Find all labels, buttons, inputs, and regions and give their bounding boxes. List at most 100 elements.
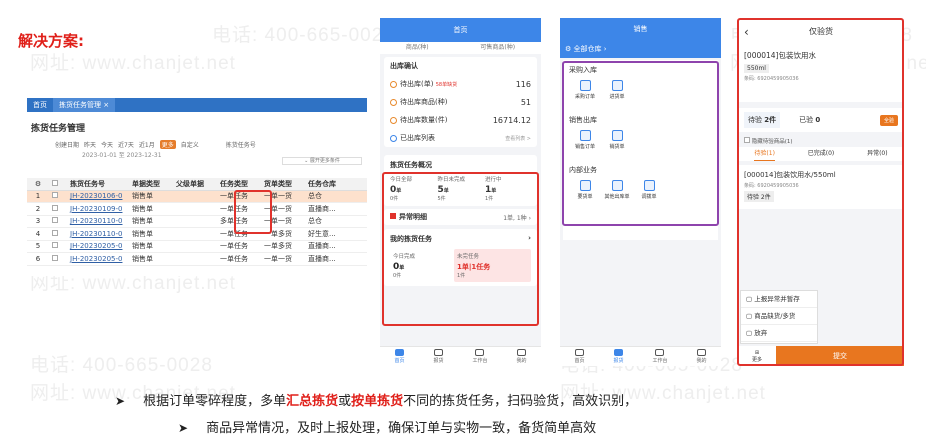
menu-item[interactable]: ▢ 上报异常并暂存 xyxy=(741,291,817,308)
nav-icon xyxy=(516,349,526,356)
cell-warehouse: 总仓 xyxy=(305,190,367,203)
view-list-link[interactable]: 查看列表 > xyxy=(505,135,531,142)
nav-item[interactable]: 工作台 xyxy=(472,349,488,364)
menu-item[interactable]: ▢ 商品缺货/多货 xyxy=(741,308,817,325)
alert-icon xyxy=(390,213,396,219)
tab-home[interactable]: 首页 xyxy=(27,98,53,112)
tab-done[interactable]: 已完成(0) xyxy=(808,147,835,161)
full-check-button[interactable]: 全验 xyxy=(879,114,898,126)
chevron-right-icon: › xyxy=(528,214,531,222)
doc-icon xyxy=(611,80,623,91)
outbound-row[interactable]: 待出库数量(件) 16714.12 xyxy=(384,111,537,129)
filter-7days[interactable]: 近7天 xyxy=(118,140,134,149)
row-checkbox[interactable] xyxy=(49,215,67,228)
function-item[interactable]: 要货单 xyxy=(573,180,597,200)
col-goods-type: 货单类型 xyxy=(261,178,305,191)
nav-item[interactable]: 报货 xyxy=(433,349,444,364)
cell-task-no[interactable]: JH-20230106-0 xyxy=(67,190,129,203)
nav-item[interactable]: 我的 xyxy=(696,349,707,364)
filter-yesterday[interactable]: 昨天 xyxy=(84,140,96,149)
nav-item[interactable]: 首页 xyxy=(574,349,585,364)
cell-task-no[interactable]: JH-20230109-0 xyxy=(67,202,129,216)
my-stat[interactable]: 今日完成 0单 0件 xyxy=(390,249,450,282)
bottom-actions: ⊞ 更多 提交 xyxy=(738,346,904,366)
filter-more[interactable]: 更多 xyxy=(159,140,176,149)
function-item[interactable]: 销货单 xyxy=(605,130,629,150)
row-checkbox[interactable] xyxy=(49,227,67,241)
function-item[interactable]: 采购订单 xyxy=(573,80,597,100)
product-barcode: 条码: 6920459905036 xyxy=(744,76,799,82)
tab-pending[interactable]: 待验(1) xyxy=(754,147,775,161)
warehouse-selector[interactable]: ⚙ 全部仓库 › xyxy=(560,40,721,58)
doc-icon xyxy=(579,180,591,191)
settings-icon[interactable]: ⚙ xyxy=(27,178,49,191)
back-icon[interactable]: ‹ xyxy=(744,18,749,46)
nav-item[interactable]: 报货 xyxy=(613,349,624,364)
cell-task-no[interactable]: JH-20230110-0 xyxy=(67,227,129,241)
tab-abnormal[interactable]: 异常(0) xyxy=(867,147,888,161)
cell-task-type: 一单任务 xyxy=(217,252,261,266)
cell-parent-doc xyxy=(173,202,217,216)
date-filter: 创建日期 昨天 今天 近7天 近1月 更多 自定义 拣货任务号 xyxy=(27,134,367,149)
table-row[interactable]: 4 JH-20230110-0 销售单 一单任务 一单多货 好生意... xyxy=(27,227,367,241)
nav-item[interactable]: 首页 xyxy=(394,349,405,364)
pick-task-management-panel: 首页 拣货任务管理 × 拣货任务管理 创建日期 昨天 今天 近7天 近1月 更多… xyxy=(27,98,367,276)
hide-checked-toggle[interactable]: 隐藏待验商品(1) xyxy=(738,132,904,147)
cell-warehouse: 总仓 xyxy=(305,215,367,228)
subtab-goods[interactable]: 商品(种) xyxy=(406,42,429,54)
nav-item[interactable]: 工作台 xyxy=(652,349,668,364)
tab-pick-task[interactable]: 拣货任务管理 × xyxy=(53,98,116,112)
chevron-right-icon[interactable]: › xyxy=(528,234,531,244)
nav-icon xyxy=(433,349,443,356)
outbound-row[interactable]: 待出库商品(种) 51 xyxy=(384,93,537,111)
function-item[interactable]: 销售订单 xyxy=(573,130,597,150)
filter-label: 创建日期 xyxy=(55,142,80,149)
chevron-right-icon: › xyxy=(601,45,607,53)
table-row[interactable]: 6 JH-20230205-0 销售单 一单任务 一单一货 直播商... xyxy=(27,252,367,266)
table-row[interactable]: 5 JH-20230205-0 销售单 一单任务 一单多货 直播商... xyxy=(27,240,367,253)
table-row[interactable]: 2 JH-20230109-0 销售单 一单任务 一单一货 直播商... xyxy=(27,202,367,216)
function-item[interactable]: 进货单 xyxy=(605,80,629,100)
table-row[interactable]: 1 JH-20230106-0 销售单 一单任务 一单一货 总仓 xyxy=(27,190,367,203)
menu-item[interactable]: ▢ 放弃 xyxy=(741,325,817,342)
submit-button[interactable]: 提交 xyxy=(776,346,904,366)
table-header: ⚙ 拣货任务号 单据类型 父级单据 任务类型 货单类型 任务仓库 xyxy=(27,178,367,191)
filter-today[interactable]: 今天 xyxy=(101,140,113,149)
list-item[interactable]: [000014]包装饮用水/550ml 条码: 6920459905036 待验… xyxy=(738,165,904,209)
row-index: 4 xyxy=(27,227,49,241)
function-item[interactable]: 调拨单 xyxy=(637,180,661,200)
cell-task-no[interactable]: JH-20230205-0 xyxy=(67,240,129,253)
function-item[interactable]: 其他出库单 xyxy=(605,180,630,200)
pick-stat[interactable]: 今日全部 0单 0件 xyxy=(390,175,436,202)
row-checkbox[interactable] xyxy=(49,190,67,203)
filter-custom[interactable]: 自定义 xyxy=(181,140,199,149)
doc-icon xyxy=(643,180,655,191)
my-stat[interactable]: 未完任务 1单|1任务 1件 xyxy=(454,249,531,282)
row-checkbox[interactable] xyxy=(49,252,67,266)
row-checkbox[interactable] xyxy=(49,202,67,216)
outbound-row[interactable]: 待出库(单) 58单缺货 116 xyxy=(384,75,537,93)
subtab-saleable[interactable]: 可售商品(种) xyxy=(480,42,515,54)
watermark: 网址: www.chanjet.net xyxy=(30,53,236,74)
pick-stat[interactable]: 进行中 1单 1件 xyxy=(485,175,531,202)
more-button[interactable]: ⊞ 更多 xyxy=(738,346,776,366)
select-all[interactable] xyxy=(49,178,67,191)
table-row[interactable]: 3 JH-20230110-0 销售单 多单任务 一单一货 总仓 xyxy=(27,215,367,228)
row-checkbox[interactable] xyxy=(49,240,67,253)
cell-warehouse: 直播商... xyxy=(305,240,367,253)
page-title: 拣货任务管理 xyxy=(31,124,86,134)
filter-1month[interactable]: 近1月 xyxy=(139,140,155,149)
outbound-done-row[interactable]: 已出库列表 查看列表 > xyxy=(384,129,537,147)
expand-filter-button[interactable]: ⌄ 展开更多条件 xyxy=(282,157,362,165)
list-icon xyxy=(390,134,397,142)
abnormal-row[interactable]: 异常明细 1单, 1种 › xyxy=(384,209,537,225)
cell-task-no[interactable]: JH-20230205-0 xyxy=(67,252,129,266)
pick-overview-title: 拣货任务概况 xyxy=(390,161,432,169)
cell-doc-type: 销售单 xyxy=(129,252,173,266)
nav-item[interactable]: 我的 xyxy=(516,349,527,364)
nav-icon xyxy=(613,349,623,356)
cell-task-no[interactable]: JH-20230110-0 xyxy=(67,215,129,228)
outbound-title: 出库确认 xyxy=(390,62,418,70)
pick-stat[interactable]: 昨日未完成 5单 5件 xyxy=(438,175,484,202)
cell-goods-type: 一单多货 xyxy=(261,240,305,253)
